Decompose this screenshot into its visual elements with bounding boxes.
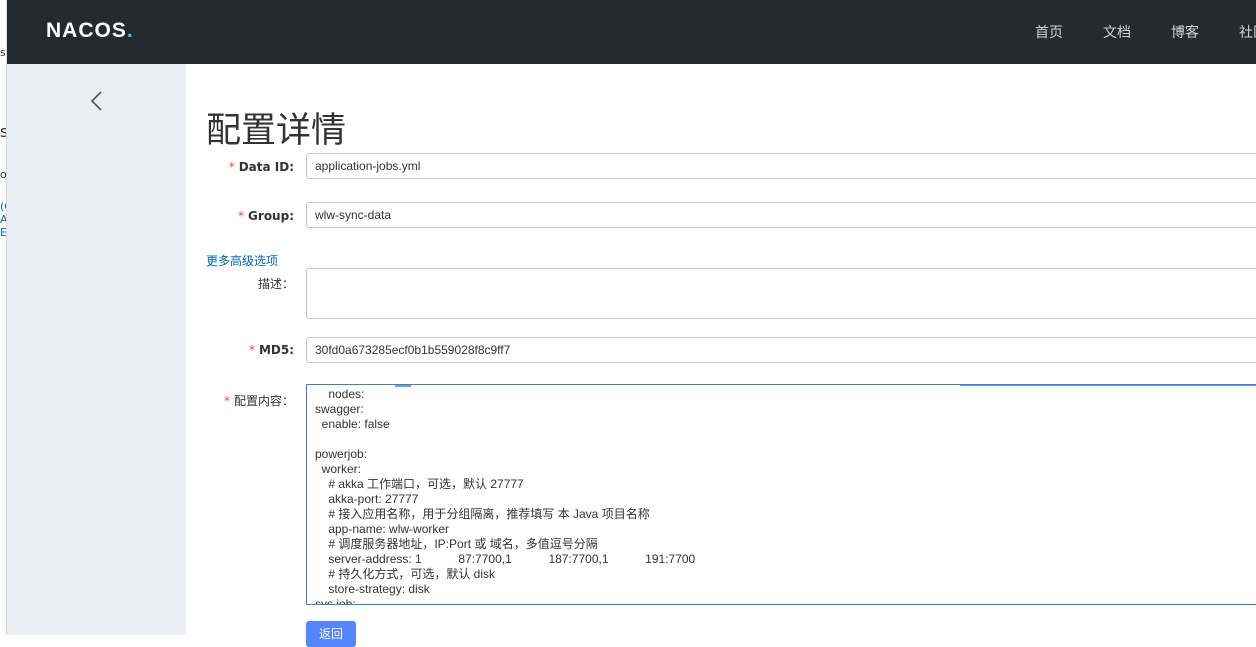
edge-fragment: s: (0, 122, 6, 141)
top-navbar: NACOS. 首页 文档 博客 社区 (6, 0, 1256, 64)
edge-fragment: E (0, 226, 7, 239)
code-line: swagger: (315, 402, 364, 416)
code-line: sys.job: (315, 597, 356, 605)
required-mark: * (248, 343, 255, 357)
back-button[interactable]: 返回 (306, 621, 356, 647)
code-line: server-address: 1 87:7700,1 187:7700,1 1… (315, 552, 696, 566)
nacos-logo[interactable]: NACOS. (46, 19, 134, 43)
data-id-label: * Data ID: (229, 160, 294, 174)
code-line: store-strategy: disk (315, 582, 430, 596)
sidebar (6, 64, 186, 635)
collapse-sidebar-button[interactable] (86, 90, 108, 112)
description-label: 描述： (257, 277, 294, 291)
data-id-label-text: Data ID: (238, 160, 294, 174)
code-line: # 持久化方式，可选，默认 disk (315, 567, 496, 581)
required-mark: * (238, 209, 245, 223)
code-line: # 接入应用名称，用于分组隔离，推荐填写 本 Java 项目名称 (315, 507, 650, 521)
nav-home[interactable]: 首页 (1035, 22, 1063, 42)
md5-label: * MD5: (249, 343, 294, 357)
code-line: # 调度服务器地址，IP:Port 或 域名，多值逗号分隔 (315, 537, 598, 551)
group-label-text: Group: (248, 209, 294, 223)
description-textarea[interactable] (306, 268, 1256, 319)
code-line: # akka 工作端口，可选，默认 27777 (315, 477, 524, 491)
logo-text: NACOS (46, 19, 127, 42)
nav-docs[interactable]: 文档 (1103, 22, 1131, 42)
md5-input[interactable]: 30fd0a673285ecf0b1b559028f8c9ff7 (306, 337, 1256, 363)
edge-fragment: A (0, 213, 7, 226)
edge-fragment: s (0, 46, 6, 59)
required-mark: * (223, 394, 230, 408)
page-title: 配置详情 (206, 111, 347, 151)
config-content-editor[interactable]: nodes: swagger: enable: false powerjob: … (306, 384, 1256, 605)
code-line: powerjob: (315, 447, 368, 461)
code-line: akka-port: 27777 (315, 492, 419, 506)
nav-blog[interactable]: 博客 (1171, 22, 1199, 42)
more-advanced-options-link[interactable]: 更多高级选项 (206, 252, 278, 269)
logo-dot: . (126, 19, 134, 42)
chevron-left-icon (90, 91, 102, 111)
code-line: worker: (315, 462, 362, 476)
data-id-input[interactable]: application-jobs.yml (306, 153, 1256, 179)
editor-highlight (395, 385, 411, 387)
md5-label-text: MD5: (258, 343, 294, 357)
group-input[interactable]: wlw-sync-data (306, 202, 1256, 228)
left-window-edge: s s: or (C A E (0, 0, 7, 635)
group-label: * Group: (238, 209, 294, 223)
code-line: nodes: (315, 387, 365, 401)
code-line: app-name: wlw-worker (315, 522, 450, 536)
edge-fragment: or (0, 168, 7, 181)
required-mark: * (228, 160, 235, 174)
code-line: enable: false (315, 417, 390, 431)
editor-highlight (960, 385, 1256, 386)
content-label-text: 配置内容： (233, 394, 294, 408)
edge-fragment: (C (0, 200, 6, 213)
content-label: * 配置内容： (224, 392, 294, 409)
nav-community[interactable]: 社区 (1239, 22, 1256, 42)
